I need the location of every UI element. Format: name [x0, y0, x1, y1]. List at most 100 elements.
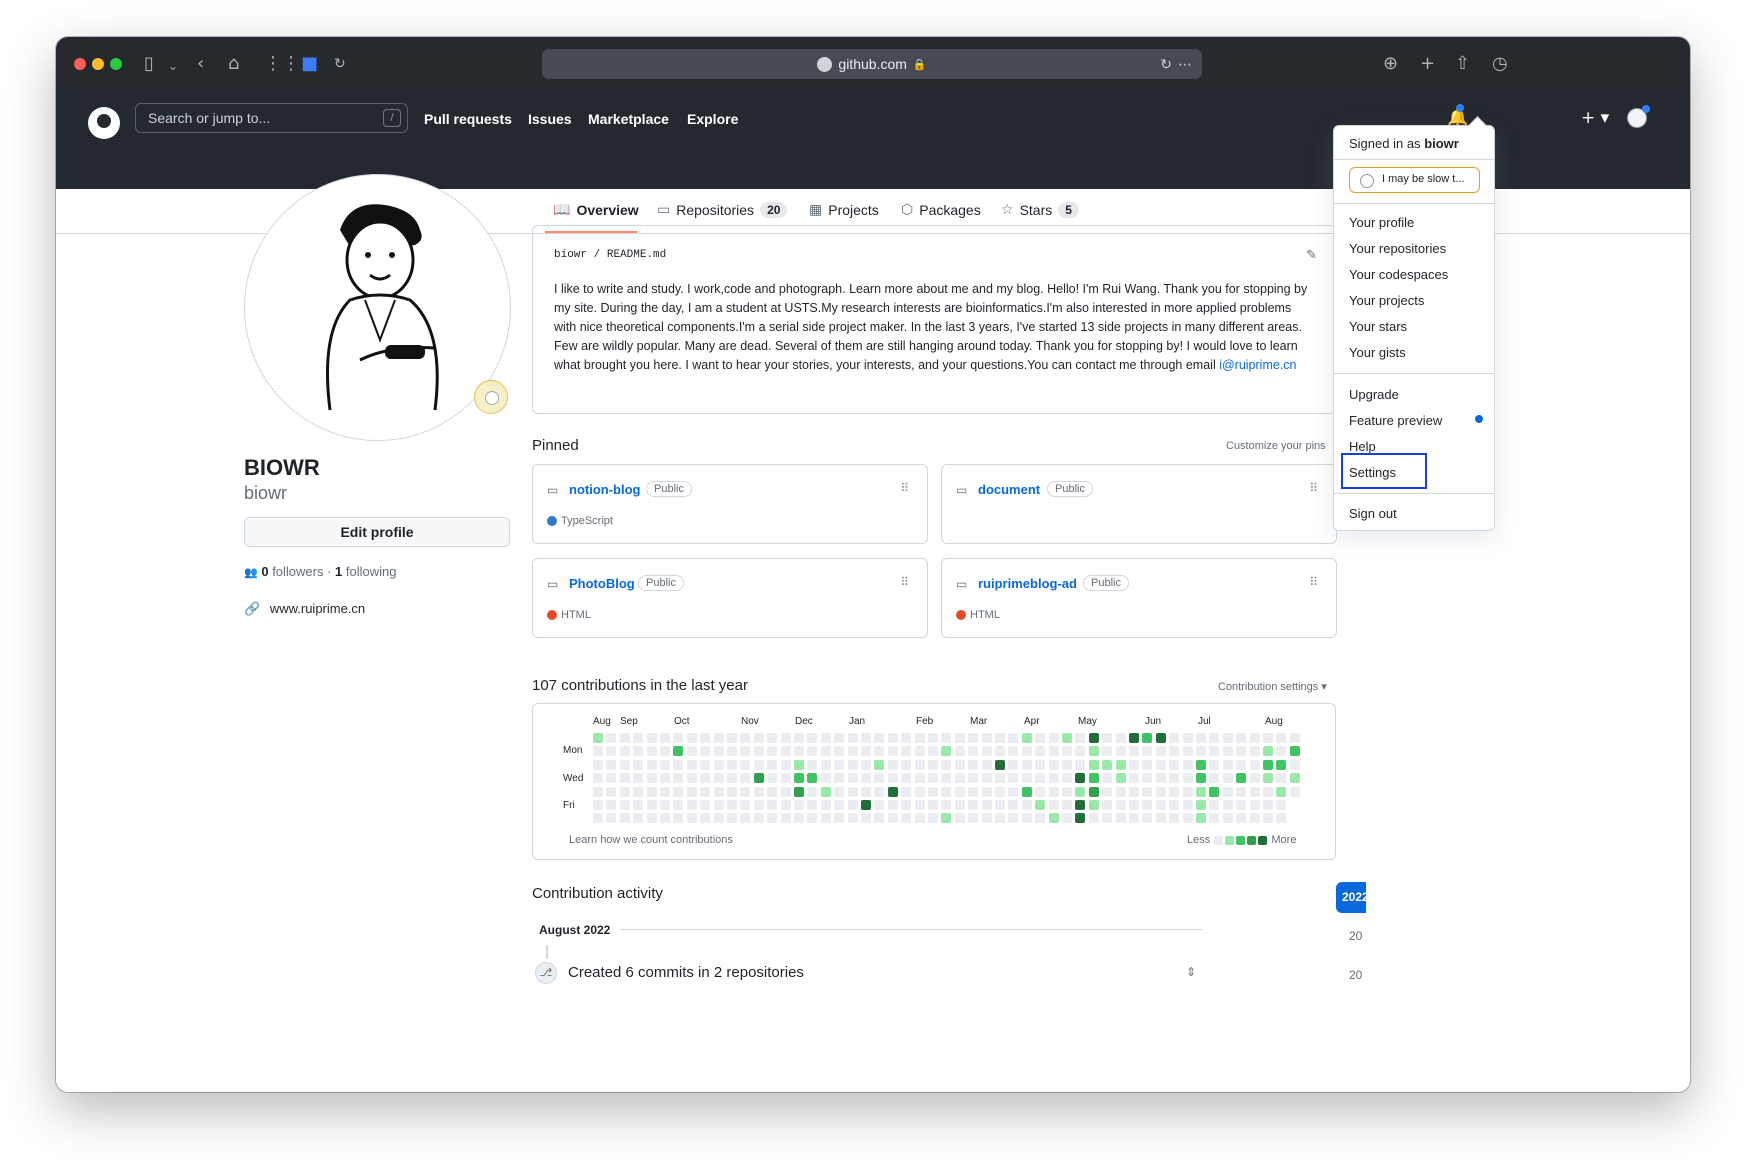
contribution-day[interactable]: [941, 773, 952, 784]
contribution-day[interactable]: [928, 813, 938, 824]
contribution-day[interactable]: [1035, 800, 1046, 810]
grid-icon[interactable]: ⋮⋮: [264, 54, 300, 74]
contribution-day[interactable]: [1169, 786, 1180, 797]
contribution-day[interactable]: [1102, 813, 1113, 824]
contribution-day[interactable]: [1236, 733, 1247, 743]
reload-page-icon[interactable]: ↻: [1160, 57, 1172, 73]
contribution-day[interactable]: [968, 746, 979, 757]
contribution-day[interactable]: [1249, 733, 1260, 743]
contribution-day[interactable]: [740, 759, 751, 770]
contribution-day[interactable]: [794, 773, 804, 784]
contribution-day[interactable]: [673, 800, 684, 810]
new-tab-icon[interactable]: +: [1420, 54, 1435, 74]
contribution-day[interactable]: [1048, 813, 1059, 824]
contribution-day[interactable]: [1263, 800, 1273, 810]
tab-overview[interactable]: 📖 Overview: [553, 202, 639, 218]
contribution-day[interactable]: [914, 813, 925, 824]
contribution-day[interactable]: [794, 800, 804, 810]
contribution-day[interactable]: [673, 746, 684, 757]
contribution-day[interactable]: [700, 773, 711, 784]
contribution-day[interactable]: [794, 786, 804, 797]
contribution-day[interactable]: [941, 800, 952, 810]
contribution-day[interactable]: [1169, 773, 1180, 784]
nav-marketplace[interactable]: Marketplace: [588, 111, 669, 127]
pinned-repo-name[interactable]: PhotoBlog: [569, 576, 635, 591]
contribution-day[interactable]: [593, 746, 603, 757]
tab-packages[interactable]: ⬡ Packages: [901, 202, 981, 218]
contribution-day[interactable]: [593, 759, 603, 770]
contribution-day[interactable]: [794, 733, 804, 743]
contribution-day[interactable]: [1129, 759, 1139, 770]
contribution-day[interactable]: [1236, 759, 1247, 770]
contribution-day[interactable]: [1102, 733, 1113, 743]
address-bar[interactable]: github.com 🔒 ↻ ⋯: [542, 49, 1202, 79]
contribution-day[interactable]: [767, 773, 778, 784]
contribution-day[interactable]: [1035, 746, 1046, 757]
contribution-day[interactable]: [1155, 800, 1166, 810]
contribution-day[interactable]: [954, 800, 965, 810]
nav-explore[interactable]: Explore: [687, 111, 738, 127]
contribution-day[interactable]: [1236, 746, 1247, 757]
contribution-day[interactable]: [1289, 773, 1300, 784]
contribution-day[interactable]: [619, 759, 630, 770]
contribution-day[interactable]: [633, 786, 644, 797]
pencil-icon[interactable]: ✎: [1306, 248, 1317, 263]
contribution-day[interactable]: [954, 786, 965, 797]
contribution-day[interactable]: [901, 786, 912, 797]
contribution-day[interactable]: [954, 813, 965, 824]
contribution-day[interactable]: [1222, 800, 1233, 810]
contribution-day[interactable]: [1155, 773, 1166, 784]
contribution-day[interactable]: [767, 746, 778, 757]
contribution-day[interactable]: [1102, 759, 1113, 770]
readme-owner[interactable]: biowr: [554, 249, 587, 261]
contribution-day[interactable]: [1008, 813, 1019, 824]
close-window-button[interactable]: [74, 58, 86, 70]
contribution-day[interactable]: [1169, 746, 1180, 757]
contribution-day[interactable]: [1021, 773, 1032, 784]
contribution-day[interactable]: [1263, 733, 1273, 743]
contribution-day[interactable]: [834, 759, 845, 770]
nav-pull-requests[interactable]: Pull requests: [424, 111, 512, 127]
contribution-day[interactable]: [1075, 813, 1086, 824]
contribution-day[interactable]: [914, 733, 925, 743]
contribution-day[interactable]: [861, 800, 871, 810]
contribution-day[interactable]: [995, 773, 1005, 784]
contribution-day[interactable]: [1008, 773, 1019, 784]
contribution-day[interactable]: [619, 786, 630, 797]
contribution-day[interactable]: [820, 800, 831, 810]
contribution-day[interactable]: [1088, 800, 1099, 810]
contribution-day[interactable]: [847, 800, 858, 810]
contribution-day[interactable]: [1276, 773, 1287, 784]
contribution-day[interactable]: [780, 800, 791, 810]
contribution-day[interactable]: [1182, 786, 1193, 797]
contribution-day[interactable]: [1062, 746, 1072, 757]
contribution-day[interactable]: [1155, 733, 1166, 743]
contribution-day[interactable]: [834, 786, 845, 797]
contribution-day[interactable]: [1062, 773, 1072, 784]
drag-handle-icon[interactable]: ⠿: [1309, 481, 1318, 495]
contribution-day[interactable]: [767, 786, 778, 797]
contribution-day[interactable]: [1088, 773, 1099, 784]
contribution-day[interactable]: [820, 813, 831, 824]
contribution-day[interactable]: [1249, 813, 1260, 824]
contribution-day[interactable]: [874, 786, 885, 797]
contribution-day[interactable]: [1062, 733, 1072, 743]
menu-upgrade[interactable]: Upgrade: [1349, 387, 1399, 402]
contribution-day[interactable]: [1008, 746, 1019, 757]
contribution-day[interactable]: [847, 786, 858, 797]
contribution-day[interactable]: [968, 800, 979, 810]
contribution-day[interactable]: [633, 733, 644, 743]
contribution-day[interactable]: [941, 746, 952, 757]
contribution-day[interactable]: [1289, 759, 1300, 770]
contribution-day[interactable]: [1155, 813, 1166, 824]
contribution-day[interactable]: [1236, 773, 1247, 784]
contribution-day[interactable]: [713, 746, 724, 757]
contribution-day[interactable]: [753, 773, 764, 784]
contribution-day[interactable]: [619, 800, 630, 810]
contribution-day[interactable]: [1115, 746, 1126, 757]
contribution-day[interactable]: [968, 759, 979, 770]
contribution-day[interactable]: [928, 733, 938, 743]
contribution-day[interactable]: [1209, 733, 1220, 743]
contribution-day[interactable]: [1236, 800, 1247, 810]
contribution-day[interactable]: [619, 773, 630, 784]
